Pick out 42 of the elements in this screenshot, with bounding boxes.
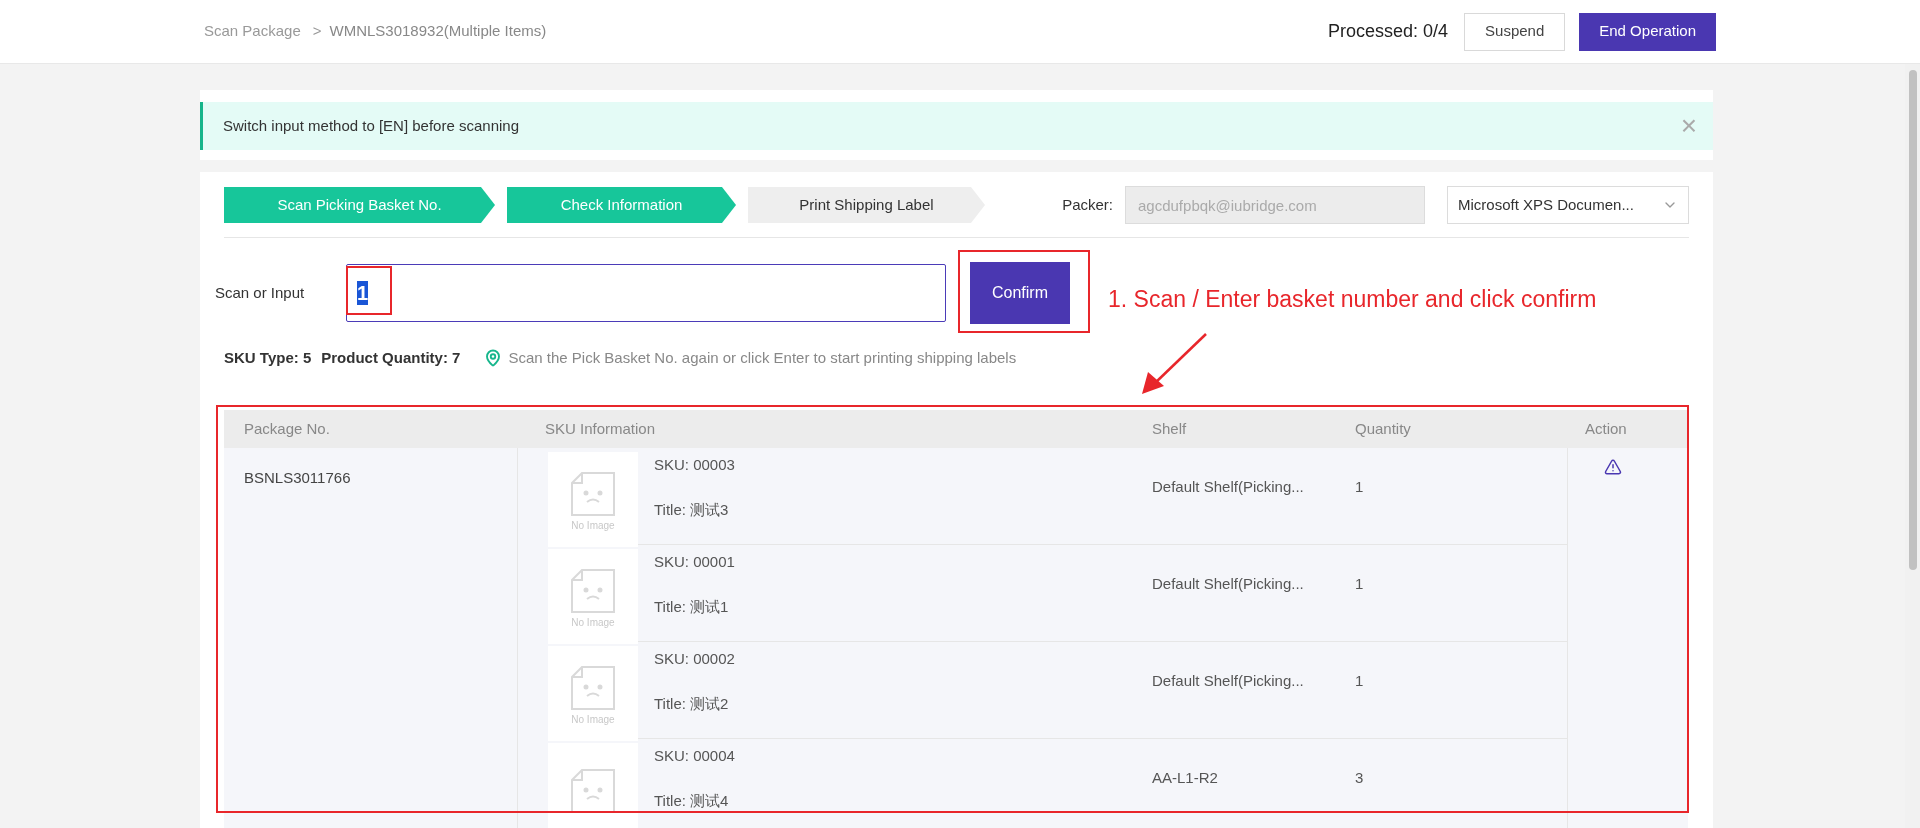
column-header: Action [1584,418,1628,439]
suspend-button[interactable]: Suspend [1464,12,1566,51]
column-header: Quantity [1355,418,1412,439]
processed-count: Processed: 0/4 [1327,20,1449,43]
map-pin-icon [484,349,503,367]
scan-hint: Scan the Pick Basket No. again or click Enter to start printing shipping labels [508,347,1017,368]
shelf-cell-text: Default Shelf(Picking... [1152,574,1305,594]
shelf-cell-text: AA-L1-R2 [1152,768,1219,788]
end-operation-button[interactable]: End Operation [1579,12,1716,51]
shelf-cell-text: Default Shelf(Picking... [1152,477,1305,497]
item-title: Title: 测试1 [654,596,730,617]
highlight-frame [346,266,392,315]
packer-label: Packer: [1062,194,1113,215]
product-quantity: Product Quantity: 7 [321,347,461,368]
scrollbar-thumb[interactable] [1908,70,1917,570]
quantity-cell-text: 3 [1355,768,1365,788]
breadcrumb-current: WMNLS3018932(Multiple Items) [329,21,547,42]
warning-icon[interactable] [1604,458,1622,476]
package-number: BSNLS3011766 [244,469,351,486]
sku-code: SKU: 00002 [654,649,736,669]
item-title: Title: 测试4 [654,790,730,811]
sku-code: SKU: 00003 [654,455,736,475]
quantity-cell-text: 1 [1355,671,1365,691]
breadcrumb-separator: > [312,21,322,42]
alert-message: Switch input method to [EN] before scanning [223,115,520,136]
sku-code: SKU: 00004 [654,746,736,766]
item-title: Title: 测试2 [654,693,730,714]
scan-input-value: 1 [357,281,369,305]
sku-code: SKU: 00001 [654,552,736,572]
column-header: Package No. [243,418,331,439]
column-header: SKU Information [544,418,657,439]
scan-input-field[interactable]: 1 [346,264,946,322]
confirm-button[interactable]: Confirm [970,262,1070,324]
scan-label: Scan or Input [215,282,306,303]
shelf-cell-text: Default Shelf(Picking... [1152,671,1305,691]
item-title: Title: 测试3 [654,499,730,520]
column-header: Shelf [1152,418,1188,439]
quantity-cell-text: 1 [1355,574,1365,594]
annotation-text: 1. Scan / Enter basket number and click confirm [1108,285,1597,314]
quantity-cell-text: 1 [1355,477,1365,497]
sku-type: SKU Type: 5 [224,347,312,368]
printer-select[interactable]: Microsoft XPS Documen... [1447,186,1689,224]
